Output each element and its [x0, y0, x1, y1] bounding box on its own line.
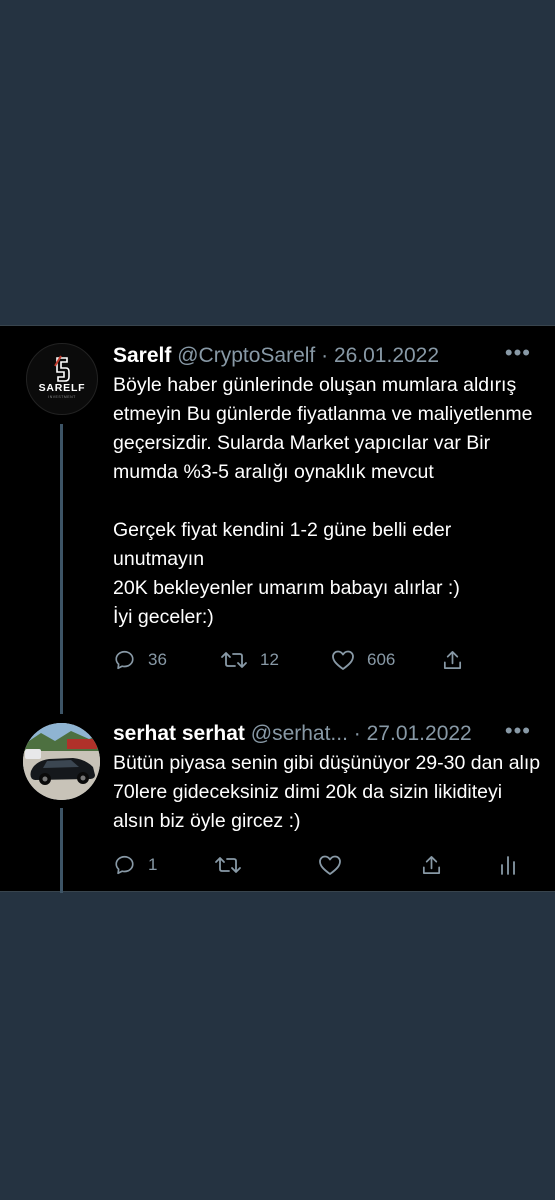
retweet-icon	[215, 857, 241, 873]
like-button[interactable]: 606	[331, 645, 395, 675]
tweet-actions: 36 12 606	[113, 645, 541, 675]
separator-dot: ·	[353, 722, 361, 745]
thread-connector	[60, 808, 63, 893]
retweet-count: 12	[260, 650, 279, 669]
tweet-header: Sarelf @CryptoSarelf · 26.01.2022 •••	[113, 342, 541, 369]
logo-wordmark: SARELF	[39, 382, 86, 394]
tweet-text: Böyle haber günlerinde oluşan mumlara al…	[113, 374, 533, 628]
avatar[interactable]	[23, 723, 100, 800]
retweet-button[interactable]	[214, 850, 242, 880]
logo-tagline: INVESTMENT	[48, 395, 76, 399]
author-handle[interactable]: @serhat...	[251, 722, 348, 745]
reply-icon	[115, 650, 134, 670]
share-icon	[443, 650, 462, 669]
tweet-header: serhat serhat @serhat... · 27.01.2022 ••…	[113, 720, 541, 747]
reply-count: 1	[148, 855, 158, 874]
sarelf-logo-icon: SARELF INVESTMENT	[39, 355, 86, 399]
like-button[interactable]	[318, 850, 342, 880]
like-count: 606	[367, 650, 396, 669]
more-options-icon[interactable]: •••	[505, 342, 531, 364]
retweet-icon	[221, 652, 247, 668]
tweet[interactable]: Sarelf @CryptoSarelf · 26.01.2022 ••• Bö…	[113, 342, 541, 675]
share-button[interactable]	[441, 645, 464, 675]
tweet-actions: 1	[113, 850, 541, 880]
author-handle[interactable]: @CryptoSarelf	[177, 344, 315, 367]
conversation-thread: SARELF INVESTMENT Sarelf @CryptoSarelf ·…	[0, 325, 555, 893]
retweet-button[interactable]: 12	[220, 645, 279, 675]
heart-icon	[319, 855, 341, 875]
heart-icon	[332, 650, 354, 670]
tweet-date[interactable]: 27.01.2022	[367, 722, 472, 745]
tweet-text: Bütün piyasa senin gibi düşünüyor 29-30 …	[113, 752, 541, 832]
share-button[interactable]	[420, 850, 443, 880]
author-name[interactable]: serhat serhat	[113, 722, 245, 745]
reply-tweet[interactable]: serhat serhat @serhat... · 27.01.2022 ••…	[113, 720, 541, 880]
share-icon	[422, 855, 441, 874]
analytics-icon	[501, 856, 515, 875]
reply-icon	[115, 855, 134, 875]
reply-button[interactable]: 36	[113, 645, 167, 675]
reply-count: 36	[148, 650, 167, 669]
tweet-date[interactable]: 26.01.2022	[334, 344, 439, 367]
reply-button[interactable]: 1	[113, 850, 157, 880]
avatar[interactable]: SARELF INVESTMENT	[26, 343, 98, 415]
separator-dot: ·	[321, 344, 329, 367]
thread-connector	[60, 424, 63, 714]
author-name[interactable]: Sarelf	[113, 344, 171, 367]
more-options-icon[interactable]: •••	[505, 720, 531, 742]
analytics-button[interactable]	[498, 850, 518, 880]
car-photo-icon	[23, 723, 100, 800]
